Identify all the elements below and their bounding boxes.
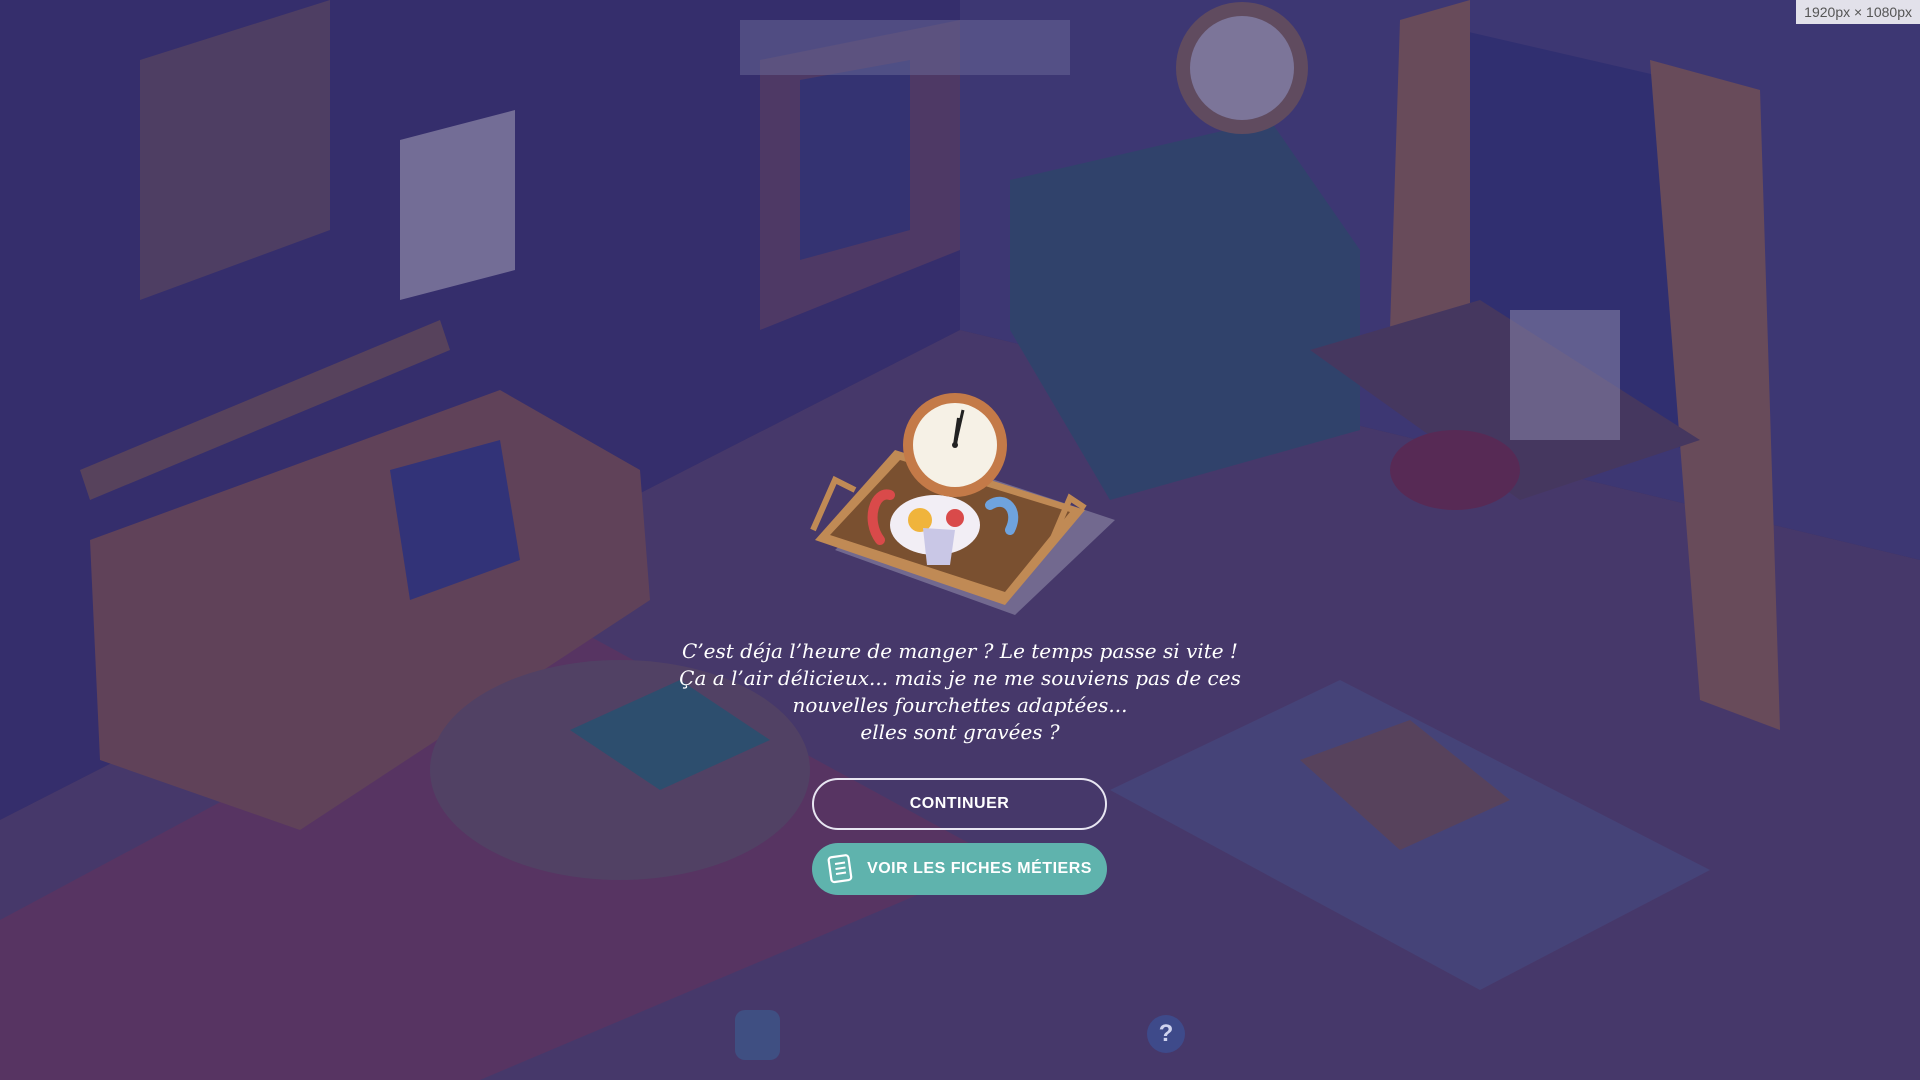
- message-line: elles sont gravées ?: [860, 720, 1060, 744]
- continue-button[interactable]: CONTINUER: [812, 778, 1107, 830]
- message-line: C’est déja l’heure de manger ? Le temps …: [682, 639, 1238, 663]
- clock-tray-illustration: [810, 393, 1115, 615]
- event-dialog: C’est déja l’heure de manger ? Le temps …: [0, 0, 1920, 1080]
- cup: [923, 528, 955, 565]
- message-line: Ça a l’air délicieux... mais je ne me so…: [679, 666, 1241, 690]
- dialog-message: C’est déja l’heure de manger ? Le temps …: [660, 638, 1260, 746]
- document-list-icon: [827, 854, 853, 884]
- view-job-sheets-label: VOIR LES FICHES MÉTIERS: [867, 860, 1092, 877]
- continue-label: CONTINUER: [909, 795, 1010, 812]
- message-line: nouvelles fourchettes adaptées...: [792, 693, 1128, 717]
- view-job-sheets-button[interactable]: VOIR LES FICHES MÉTIERS: [812, 843, 1107, 895]
